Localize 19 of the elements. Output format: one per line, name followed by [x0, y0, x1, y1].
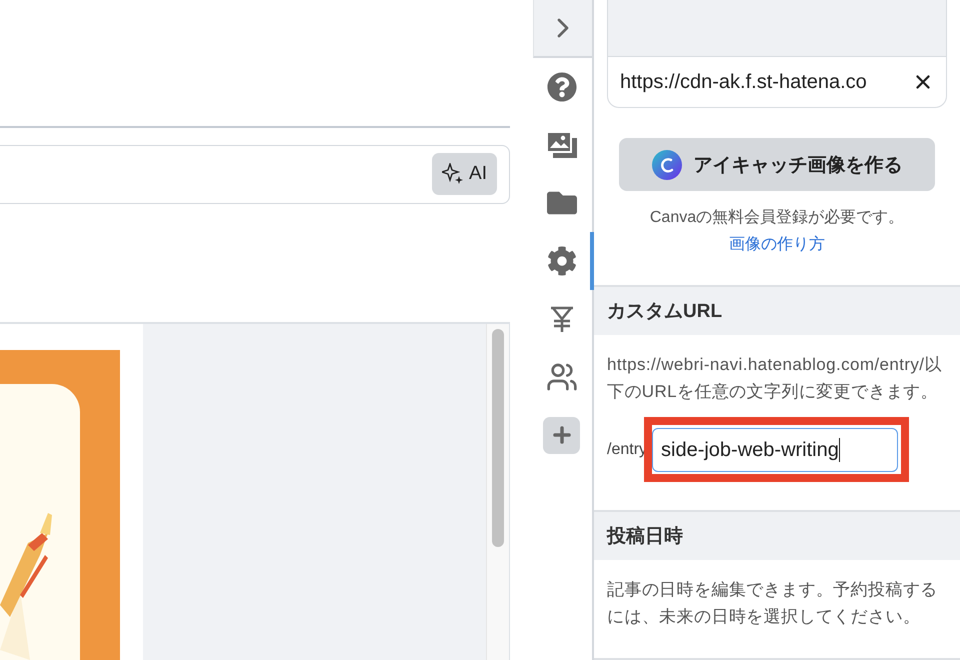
- scrollbar-thumb[interactable]: [492, 329, 504, 547]
- add-button[interactable]: [543, 416, 580, 454]
- help-link[interactable]: 画像の作り方: [729, 234, 825, 255]
- section-description: https://webri-navi.hatenablog.com/entry/以下のURLを任意の文字列に変更できます。: [607, 354, 943, 403]
- images-icon: [546, 131, 578, 159]
- logo-icon: [652, 150, 682, 180]
- slug-field[interactable]: side-job-web-writing: [652, 428, 898, 472]
- help-icon: [546, 72, 576, 102]
- section-title: 投稿日時: [607, 524, 683, 549]
- canva-note: Canvaの無料会員登録が必要です。: [650, 208, 904, 228]
- sparkle-icon: [442, 163, 464, 186]
- create-image-button[interactable]: アイキャッチ画像を作る: [619, 138, 935, 191]
- yen-icon: [548, 305, 574, 333]
- ai-button[interactable]: AI: [432, 153, 497, 196]
- section-description: 記事の日時を編集できます。予約投稿するには、未来の日時を選択してください。: [607, 579, 939, 628]
- settings-icon: [546, 246, 576, 276]
- users-icon: [546, 361, 578, 393]
- section-title: カスタムURL: [607, 300, 722, 324]
- image-url: https://cdn-ak.f.st-hatena.co: [620, 70, 867, 94]
